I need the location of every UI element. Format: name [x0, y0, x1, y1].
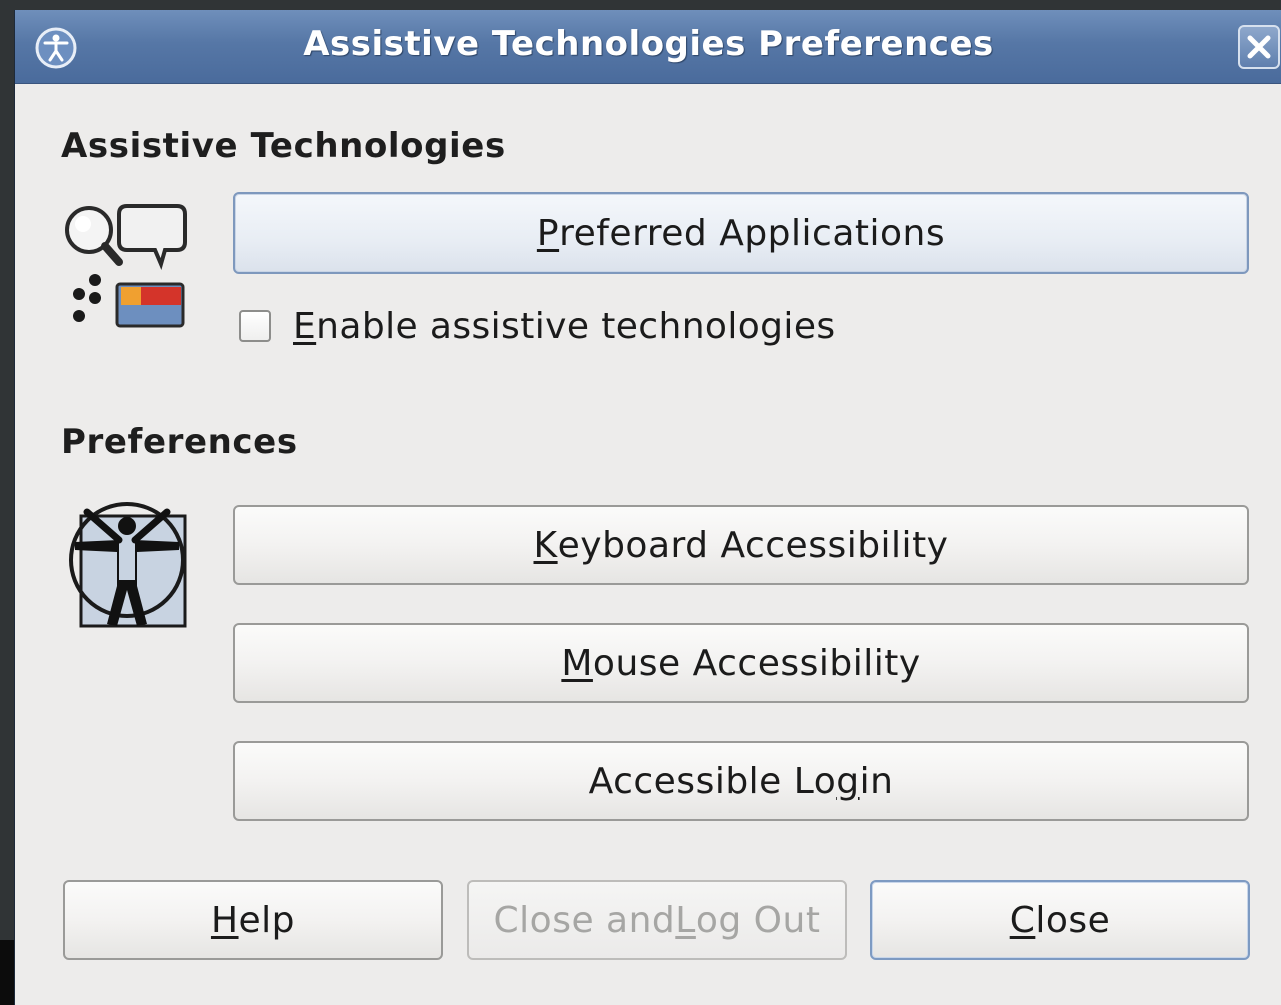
help-button[interactable]: Help — [63, 880, 443, 960]
keyboard-mnemonic: K — [533, 524, 558, 566]
title-bar[interactable]: Assistive Technologies Preferences — [15, 10, 1281, 84]
enable-label-text: nable assistive technologies — [316, 306, 836, 347]
preferred-applications-mnemonic: P — [536, 212, 560, 254]
close-logout-label-pre: Close and — [493, 899, 676, 941]
assistive-technologies-icon — [65, 204, 187, 328]
close-logout-label-post: og Out — [695, 899, 821, 941]
login-label-post: in — [859, 760, 894, 802]
enable-assistive-technologies-label[interactable]: Enable assistive technologies — [293, 306, 836, 347]
accessible-login-button[interactable]: Accessible Lo g in — [233, 741, 1249, 821]
close-button[interactable]: Close — [870, 880, 1250, 960]
mouse-accessibility-button[interactable]: Mouse Accessibility — [233, 623, 1249, 703]
enable-mnemonic: E — [293, 306, 317, 347]
close-icon — [1247, 35, 1271, 59]
enable-assistive-technologies-checkbox[interactable] — [239, 310, 271, 342]
preferred-applications-label: referred Applications — [559, 212, 946, 254]
preferred-applications-button[interactable]: Preferred Applications — [233, 192, 1249, 274]
close-window-button[interactable] — [1238, 25, 1280, 69]
mouse-mnemonic: M — [561, 642, 593, 684]
login-mnemonic: g — [836, 760, 860, 802]
assistive-technologies-heading: Assistive Technologies — [61, 126, 506, 166]
close-logout-mnemonic: L — [675, 899, 696, 941]
window-title: Assistive Technologies Preferences — [303, 24, 994, 64]
dialog-window: Assistive Technologies Preferences Assis… — [14, 10, 1281, 1005]
close-mnemonic: C — [1009, 899, 1036, 941]
help-mnemonic: H — [210, 899, 239, 941]
login-label-pre: Accessible Lo — [588, 760, 837, 802]
close-label: lose — [1035, 899, 1111, 941]
desktop-panel-edge — [0, 940, 14, 1005]
help-label: elp — [238, 899, 296, 941]
close-and-log-out-button[interactable]: Close and Log Out — [467, 880, 847, 960]
keyboard-accessibility-button[interactable]: Keyboard Accessibility — [233, 505, 1249, 585]
preferences-heading: Preferences — [61, 422, 298, 462]
mouse-label: ouse Accessibility — [592, 642, 921, 684]
keyboard-label: eyboard Accessibility — [557, 524, 949, 566]
vitruvian-man-icon — [69, 502, 187, 628]
